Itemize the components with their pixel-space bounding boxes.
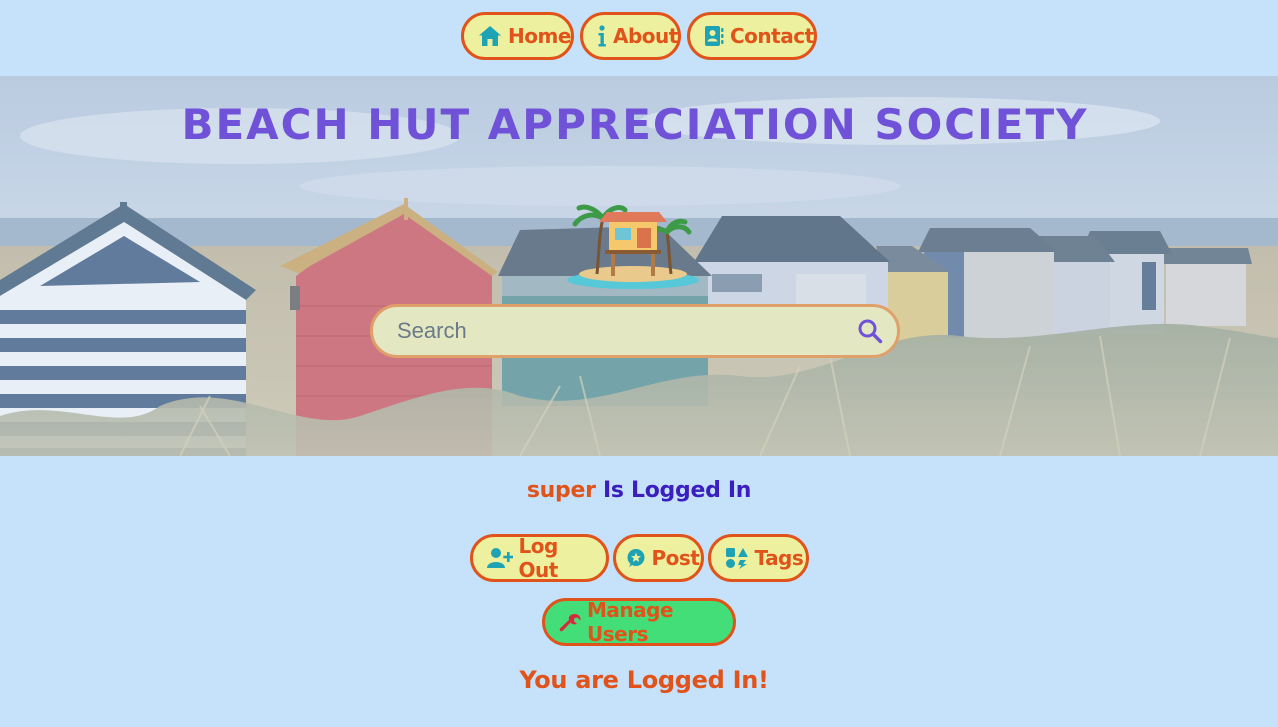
admin-actions: Manage Users — [0, 598, 1278, 646]
post-label: Post — [651, 546, 700, 570]
nav-home-label: Home — [508, 24, 571, 48]
manage-users-button[interactable]: Manage Users — [542, 598, 736, 646]
log-out-button[interactable]: Log Out — [469, 534, 609, 582]
logged-in-username: super — [526, 478, 596, 503]
top-nav: Home About Contact — [0, 12, 1278, 60]
hero-banner: BEACH HUT APPRECIATION SOCIETY — [0, 76, 1278, 456]
nav-about-link[interactable]: About — [580, 12, 681, 60]
info-icon — [598, 25, 606, 47]
tags-label: Tags — [754, 546, 804, 570]
nav-home-link[interactable]: Home — [461, 12, 574, 60]
site-title: BEACH HUT APPRECIATION SOCIETY — [181, 100, 1089, 149]
search-box — [370, 304, 900, 358]
log-out-label: Log Out — [518, 534, 559, 582]
logged-in-status-text: Is Logged In — [602, 478, 752, 503]
post-button[interactable]: Post — [612, 534, 704, 582]
search-button[interactable] — [843, 307, 897, 355]
nav-contact-label: Contact — [730, 24, 814, 48]
nav-contact-link[interactable]: Contact — [687, 12, 817, 60]
address-book-icon — [705, 26, 724, 46]
logged-in-message: You are Logged In! — [519, 666, 769, 694]
manage-users-label: Manage Users — [587, 598, 674, 646]
user-actions: Log Out Post Tags — [0, 534, 1278, 582]
tags-icon — [725, 548, 748, 569]
search-input[interactable] — [373, 307, 843, 355]
nav-about-label: About — [613, 24, 678, 48]
user-plus-icon — [486, 548, 513, 568]
star-comment-icon — [627, 549, 644, 567]
search-icon — [858, 319, 883, 344]
island-lifeguard-hut-logo — [567, 204, 699, 289]
login-status: super Is Logged In — [0, 478, 1278, 503]
wrench-icon — [559, 613, 581, 632]
tags-button[interactable]: Tags — [707, 534, 809, 582]
home-icon — [479, 26, 501, 46]
